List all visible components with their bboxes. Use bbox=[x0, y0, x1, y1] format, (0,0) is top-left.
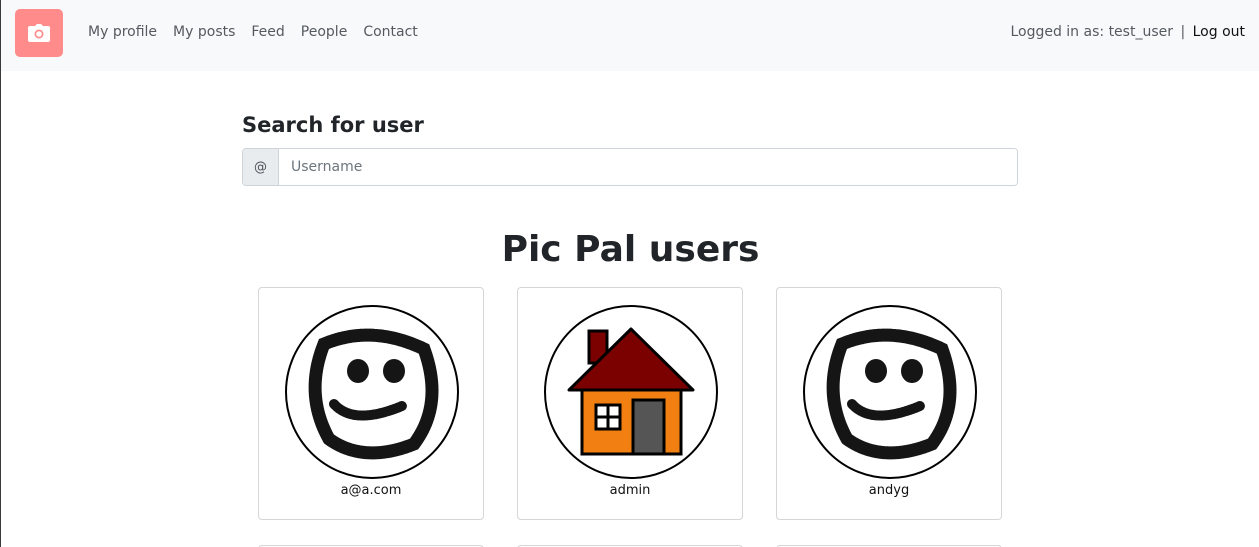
login-separator: | bbox=[1180, 24, 1186, 40]
user-card-name: a@a.com bbox=[340, 483, 402, 498]
user-card[interactable]: andyg bbox=[776, 287, 1002, 520]
nav-link-people[interactable]: People bbox=[301, 22, 348, 42]
username-search-input[interactable] bbox=[279, 149, 1017, 185]
at-prefix: @ bbox=[243, 149, 279, 185]
smiley-icon bbox=[285, 305, 459, 479]
nav-links: My profile My posts Feed People Contact bbox=[88, 22, 418, 42]
login-info: Logged in as: test_user | Log out bbox=[1010, 22, 1245, 42]
nav-link-my-profile[interactable]: My profile bbox=[88, 22, 157, 42]
user-card[interactable]: a@a.com bbox=[258, 287, 484, 520]
logout-link[interactable]: Log out bbox=[1193, 24, 1245, 40]
search-group: @ bbox=[242, 148, 1018, 186]
navbar: My profile My posts Feed People Contact … bbox=[0, 0, 1259, 71]
user-card-name: admin bbox=[609, 483, 651, 498]
house-icon bbox=[544, 305, 718, 479]
user-card-name: andyg bbox=[868, 483, 910, 498]
smiley-icon bbox=[803, 305, 977, 479]
nav-link-contact[interactable]: Contact bbox=[363, 22, 417, 42]
nav-link-feed[interactable]: Feed bbox=[251, 22, 284, 42]
logged-in-username: test_user bbox=[1108, 24, 1173, 40]
nav-link-my-posts[interactable]: My posts bbox=[173, 22, 235, 42]
brand-logo[interactable] bbox=[15, 9, 63, 57]
logged-in-label: Logged in as: bbox=[1010, 24, 1105, 40]
main-content: Search for user @ Pic Pal users a@a.com … bbox=[0, 71, 1259, 547]
users-title: Pic Pal users bbox=[501, 229, 760, 270]
user-card[interactable]: admin bbox=[517, 287, 743, 520]
search-title: Search for user bbox=[242, 113, 424, 137]
camera-icon bbox=[28, 24, 50, 42]
